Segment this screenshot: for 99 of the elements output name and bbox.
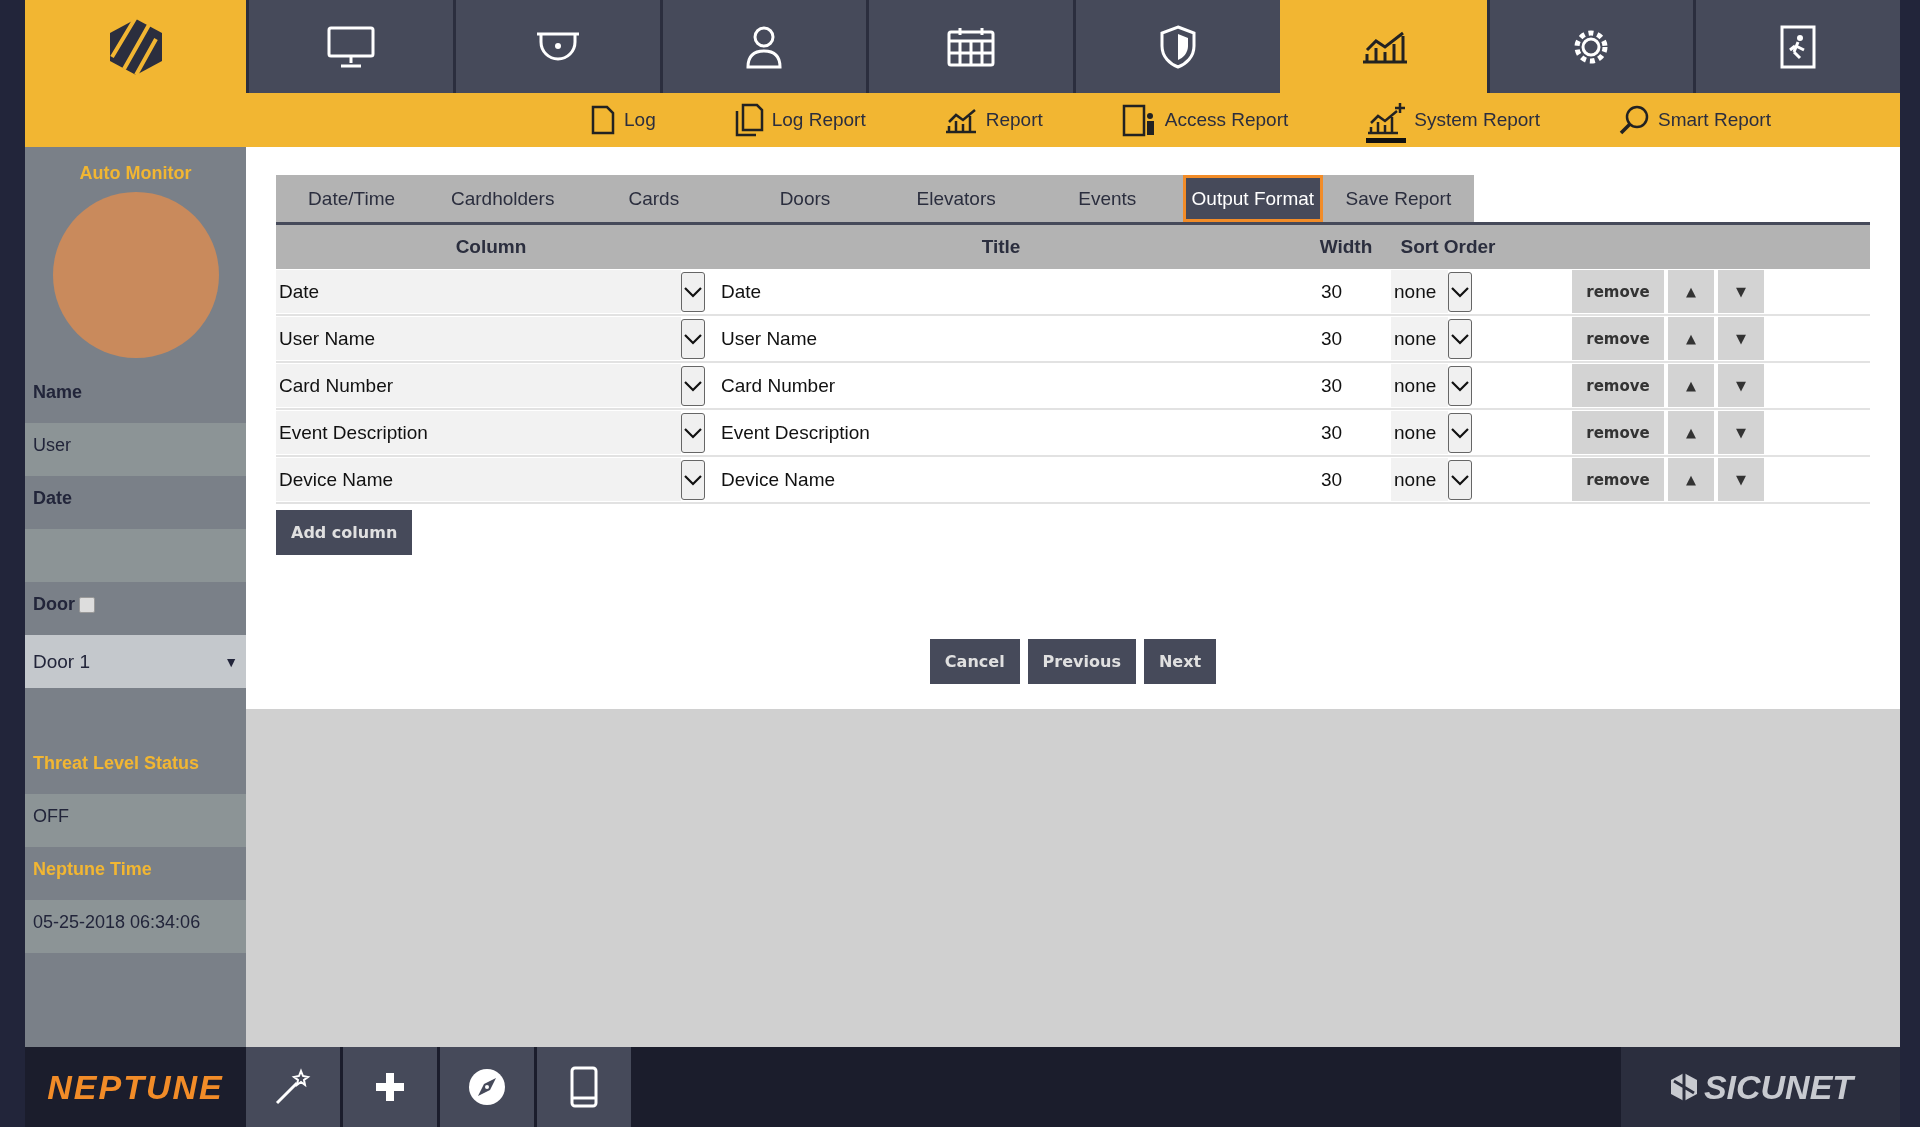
magic-wand-icon (273, 1067, 313, 1107)
width-cell-text: 30 (1321, 280, 1344, 303)
column-select[interactable]: Event Description (276, 411, 681, 454)
title-cell-text: Device Name (720, 468, 837, 491)
move-up-button[interactable]: ▲ (1668, 411, 1714, 454)
column-select[interactable]: Card Number (276, 364, 681, 407)
toolbar-button[interactable] (537, 1047, 634, 1127)
tab[interactable]: Output Format (1182, 175, 1323, 222)
wizard-button[interactable]: Next (1143, 639, 1217, 684)
field-value: User (25, 423, 246, 476)
dropdown-caret-icon[interactable] (681, 318, 705, 359)
person-icon (744, 24, 785, 69)
dropdown-caret-icon[interactable] (681, 365, 705, 406)
column-header: Sort Order (1399, 236, 1497, 258)
section-heading: Threat Level Status (32, 752, 201, 775)
column-header: Column (454, 236, 528, 258)
dropdown-caret-icon[interactable] (1448, 459, 1472, 500)
move-up-button[interactable]: ▲ (1668, 270, 1714, 313)
search-icon (1617, 104, 1650, 136)
checkbox[interactable] (79, 597, 95, 613)
column-select[interactable]: Date (276, 270, 681, 313)
door-person-icon (1120, 103, 1157, 137)
width-cell-text: 30 (1321, 468, 1344, 491)
title-cell-text: Date (720, 280, 763, 303)
width-cell-text: 30 (1321, 327, 1344, 350)
field-value: OFF (25, 794, 246, 847)
add-column-button[interactable]: Add column (276, 510, 413, 555)
subnav-item[interactable]: Log (590, 93, 656, 147)
remove-button[interactable]: remove (1572, 270, 1664, 313)
section-heading: Neptune Time (32, 858, 153, 881)
move-up-button[interactable]: ▲ (1668, 317, 1714, 360)
tab[interactable]: Cards (578, 175, 730, 222)
tablet-icon (569, 1065, 599, 1109)
subnav-item[interactable]: Access Report (1120, 93, 1289, 147)
title-cell-text: Card Number (720, 374, 837, 397)
sidebar-title: Auto Monitor (78, 162, 193, 185)
document-icon (590, 104, 616, 136)
field-label: Date (32, 487, 73, 510)
field-value: 05-25-2018 06:34:06 (25, 900, 246, 953)
dropdown-caret-icon[interactable] (1448, 318, 1472, 359)
dropdown-caret-icon[interactable] (681, 459, 705, 500)
tab[interactable]: Save Report (1322, 175, 1474, 222)
tab[interactable]: Elevators (880, 175, 1032, 222)
brand-logo: NEPTUNE (46, 1066, 225, 1108)
chart-plus-icon (1366, 100, 1407, 135)
sort-select[interactable]: none (1391, 270, 1448, 313)
exit-door-icon (1778, 23, 1819, 70)
sort-select[interactable]: none (1391, 458, 1448, 501)
dropdown-caret-icon[interactable] (1448, 365, 1472, 406)
move-up-button[interactable]: ▲ (1668, 364, 1714, 407)
tab[interactable]: Date/Time (276, 175, 428, 222)
remove-button[interactable]: remove (1572, 364, 1664, 407)
dropdown-caret-icon[interactable] (681, 271, 705, 312)
documents-icon (733, 102, 764, 138)
plus-icon (373, 1070, 407, 1104)
title-cell-text: Event Description (720, 421, 871, 444)
tab[interactable]: Events (1031, 175, 1183, 222)
remove-button[interactable]: remove (1572, 411, 1664, 454)
sort-select[interactable]: none (1391, 364, 1448, 407)
move-down-button[interactable]: ▼ (1718, 364, 1764, 407)
column-select[interactable]: User Name (276, 317, 681, 360)
column-select[interactable]: Device Name (276, 458, 681, 501)
dropdown-caret-icon[interactable] (1448, 271, 1472, 312)
width-cell-text: 30 (1321, 421, 1344, 444)
remove-button[interactable]: remove (1572, 458, 1664, 501)
tab[interactable]: Cardholders (427, 175, 579, 222)
subnav-item[interactable]: Smart Report (1617, 93, 1771, 147)
sort-select[interactable]: none (1391, 411, 1448, 454)
wizard-button[interactable]: Cancel (929, 639, 1020, 684)
column-header: Title (980, 236, 1022, 258)
move-down-button[interactable]: ▼ (1718, 458, 1764, 501)
remove-button[interactable]: remove (1572, 317, 1664, 360)
subnav-item[interactable]: System Report (1366, 93, 1540, 147)
tab[interactable]: Doors (729, 175, 881, 222)
width-cell-text: 30 (1321, 374, 1344, 397)
toolbar-button[interactable] (246, 1047, 343, 1127)
nav-tab[interactable] (1279, 0, 1487, 93)
door-dropdown[interactable]: Door 1 ▼ (25, 635, 246, 688)
dropdown-caret-icon[interactable] (1448, 412, 1472, 453)
move-up-button[interactable]: ▲ (1668, 458, 1714, 501)
monitor-icon (325, 24, 376, 69)
column-header: Width (1318, 236, 1374, 258)
field-label: Name (32, 381, 84, 404)
field-label: Door (33, 594, 75, 615)
move-down-button[interactable]: ▼ (1718, 411, 1764, 454)
move-down-button[interactable]: ▼ (1718, 270, 1764, 313)
partner-logo: SICUNET (1621, 1047, 1900, 1127)
subnav-item[interactable]: Report (943, 93, 1043, 147)
subnav-item[interactable]: Log Report (733, 93, 866, 147)
sort-select[interactable]: none (1391, 317, 1448, 360)
dropdown-caret-icon[interactable] (681, 412, 705, 453)
chart-icon (943, 106, 978, 134)
wizard-button[interactable]: Previous (1027, 639, 1136, 684)
toolbar-button[interactable] (343, 1047, 440, 1127)
calendar-icon (946, 25, 997, 68)
toolbar-button[interactable] (440, 1047, 537, 1127)
move-down-button[interactable]: ▼ (1718, 317, 1764, 360)
title-cell-text: User Name (720, 327, 819, 350)
compass-icon (467, 1067, 507, 1107)
